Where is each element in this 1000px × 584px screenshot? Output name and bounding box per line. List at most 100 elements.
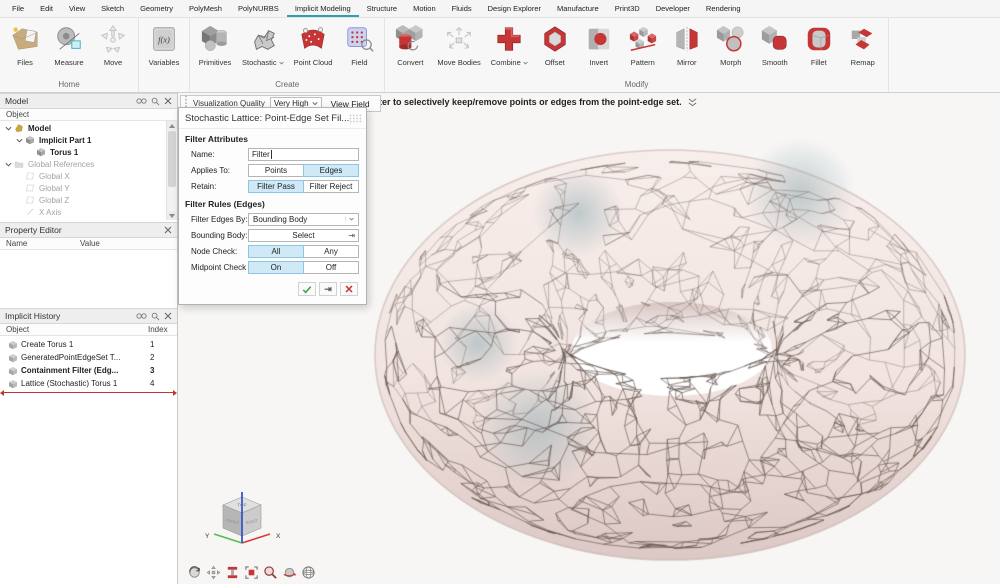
ribbon-item-field[interactable]: Field xyxy=(337,20,381,79)
dialog-title-bar[interactable]: Stochastic Lattice: Point-Edge Set Fil..… xyxy=(179,108,366,129)
menu-design-explorer[interactable]: Design Explorer xyxy=(480,0,549,17)
ribbon-item-primitives[interactable]: Primitives xyxy=(193,20,237,79)
tree-item-label: Implicit Part 1 xyxy=(39,136,91,145)
menu-manufacture[interactable]: Manufacture xyxy=(549,0,607,17)
bounding-body-select-button[interactable]: Select⇥ xyxy=(248,229,359,242)
search-icon[interactable] xyxy=(151,312,160,321)
find-icon[interactable] xyxy=(136,97,147,105)
close-icon[interactable] xyxy=(164,226,172,234)
chevron-down-icon[interactable] xyxy=(523,58,528,67)
all-toggle-button[interactable]: All xyxy=(248,245,304,258)
caret-down-icon[interactable] xyxy=(4,161,13,168)
ribbon-item-remap[interactable]: Remap xyxy=(841,20,885,79)
ribbon-item-offset[interactable]: Offset xyxy=(533,20,577,79)
caret-down-icon[interactable] xyxy=(4,125,13,132)
pan-view-icon[interactable] xyxy=(205,564,221,580)
ribbon-item-smooth[interactable]: Smooth xyxy=(753,20,797,79)
ribbon-item-morph[interactable]: Morph xyxy=(709,20,753,79)
edges-toggle-button[interactable]: Edges xyxy=(303,164,359,177)
history-row-lattice-stochastic-torus-1[interactable]: Lattice (Stochastic) Torus 14 xyxy=(0,377,177,390)
folder-icon xyxy=(13,159,25,169)
scroll-down-icon[interactable] xyxy=(167,211,177,220)
ribbon-item-variables[interactable]: f(x)Variables xyxy=(142,20,186,79)
menu-geometry[interactable]: Geometry xyxy=(132,0,181,17)
tree-item-global-y[interactable]: Global Y xyxy=(0,182,177,194)
spin-view-icon[interactable] xyxy=(281,564,297,580)
filter-pass-toggle-button[interactable]: Filter Pass xyxy=(248,180,304,193)
menu-edit[interactable]: Edit xyxy=(32,0,61,17)
zoom-icon[interactable] xyxy=(262,564,278,580)
menu-polynurbs[interactable]: PolyNURBS xyxy=(230,0,287,17)
tree-item-x-axis[interactable]: X Axis xyxy=(0,206,177,218)
menu-view[interactable]: View xyxy=(61,0,93,17)
tree-item-model[interactable]: Model xyxy=(0,122,177,134)
fit-view-icon[interactable] xyxy=(243,564,259,580)
section-view-icon[interactable] xyxy=(224,564,240,580)
apply-button[interactable] xyxy=(298,282,316,296)
off-toggle-button[interactable]: Off xyxy=(303,261,359,274)
perspective-view-icon[interactable] xyxy=(300,564,316,580)
history-row-index: 3 xyxy=(150,366,154,375)
dialog-drag-handle-icon[interactable] xyxy=(349,114,362,123)
menu-file[interactable]: File xyxy=(4,0,32,17)
history-row-create-torus-1[interactable]: Create Torus 11 xyxy=(0,338,177,351)
menu-motion[interactable]: Motion xyxy=(405,0,444,17)
scroll-up-icon[interactable] xyxy=(167,121,177,130)
caret-down-icon[interactable] xyxy=(15,137,24,144)
tree-item-implicit-part-1[interactable]: Implicit Part 1 xyxy=(0,134,177,146)
menu-fluids[interactable]: Fluids xyxy=(444,0,480,17)
find-icon[interactable] xyxy=(136,312,147,320)
model-tree: Model Implicit Part 1Torus 1Global Refere… xyxy=(0,121,177,220)
menu-print3d[interactable]: Print3D xyxy=(607,0,648,17)
model-tree-scrollbar[interactable] xyxy=(166,121,177,220)
history-row-containment-filter-edg[interactable]: Containment Filter (Edg...3 xyxy=(0,364,177,377)
close-icon[interactable] xyxy=(164,97,172,105)
menu-developer[interactable]: Developer xyxy=(648,0,698,17)
scrollbar-thumb[interactable] xyxy=(168,131,176,187)
plane-icon xyxy=(24,195,36,205)
dialog-row-label: Applies To: xyxy=(191,166,248,175)
ribbon-item-move[interactable]: Move xyxy=(91,20,135,79)
ribbon-item-mirror[interactable]: Mirror xyxy=(665,20,709,79)
filter-reject-toggle-button[interactable]: Filter Reject xyxy=(303,180,359,193)
pattern-icon xyxy=(626,20,660,57)
history-marker[interactable] xyxy=(0,392,177,394)
dialog-row-name: Name:Filter xyxy=(179,146,366,162)
apply-advance-button[interactable]: ⇥ xyxy=(319,282,337,296)
ribbon-item-convert[interactable]: Convert xyxy=(388,20,432,79)
ribbon-item-measure[interactable]: Measure xyxy=(47,20,91,79)
on-toggle-button[interactable]: On xyxy=(248,261,304,274)
ribbon-item-stochastic[interactable]: Stochastic xyxy=(237,20,289,79)
ribbon-item-invert[interactable]: Invert xyxy=(577,20,621,79)
view-cube[interactable]: TOP FRONT RIGHT Y X xyxy=(196,486,288,568)
menu-sketch[interactable]: Sketch xyxy=(93,0,132,17)
ribbon-item-point-cloud[interactable]: Point Cloud xyxy=(289,20,338,79)
guide-collapse-icon[interactable] xyxy=(688,98,697,107)
viewcube-top-label: TOP xyxy=(237,503,246,508)
tree-item-y-axis[interactable]: Y Axis xyxy=(0,218,177,220)
menu-structure[interactable]: Structure xyxy=(359,0,405,17)
any-toggle-button[interactable]: Any xyxy=(303,245,359,258)
tree-item-torus-1[interactable]: Torus 1 xyxy=(0,146,177,158)
tree-item-global-x[interactable]: Global X xyxy=(0,170,177,182)
tree-item-global-references[interactable]: Global References xyxy=(0,158,177,170)
ribbon-item-files[interactable]: Files xyxy=(3,20,47,79)
cancel-button[interactable] xyxy=(340,282,358,296)
menu-implicit-modeling[interactable]: Implicit Modeling xyxy=(287,0,359,17)
name-input[interactable]: Filter xyxy=(248,148,359,161)
ribbon-item-move-bodies[interactable]: Move Bodies xyxy=(432,20,485,79)
menu-polymesh[interactable]: PolyMesh xyxy=(181,0,230,17)
ribbon-item-combine[interactable]: Combine xyxy=(486,20,533,79)
filter-edges-by-dropdown[interactable]: Bounding Body xyxy=(248,213,359,226)
points-toggle-button[interactable]: Points xyxy=(248,164,304,177)
close-icon[interactable] xyxy=(164,312,172,320)
search-icon[interactable] xyxy=(151,97,160,106)
tree-item-global-z[interactable]: Global Z xyxy=(0,194,177,206)
primitives-icon xyxy=(198,20,232,57)
rotate-view-icon[interactable] xyxy=(186,564,202,580)
chevron-down-icon[interactable] xyxy=(279,58,284,67)
ribbon-item-pattern[interactable]: Pattern xyxy=(621,20,665,79)
menu-rendering[interactable]: Rendering xyxy=(698,0,749,17)
history-row-generatedpointedgeset-t[interactable]: GeneratedPointEdgeSet T...2 xyxy=(0,351,177,364)
ribbon-item-fillet[interactable]: Fillet xyxy=(797,20,841,79)
